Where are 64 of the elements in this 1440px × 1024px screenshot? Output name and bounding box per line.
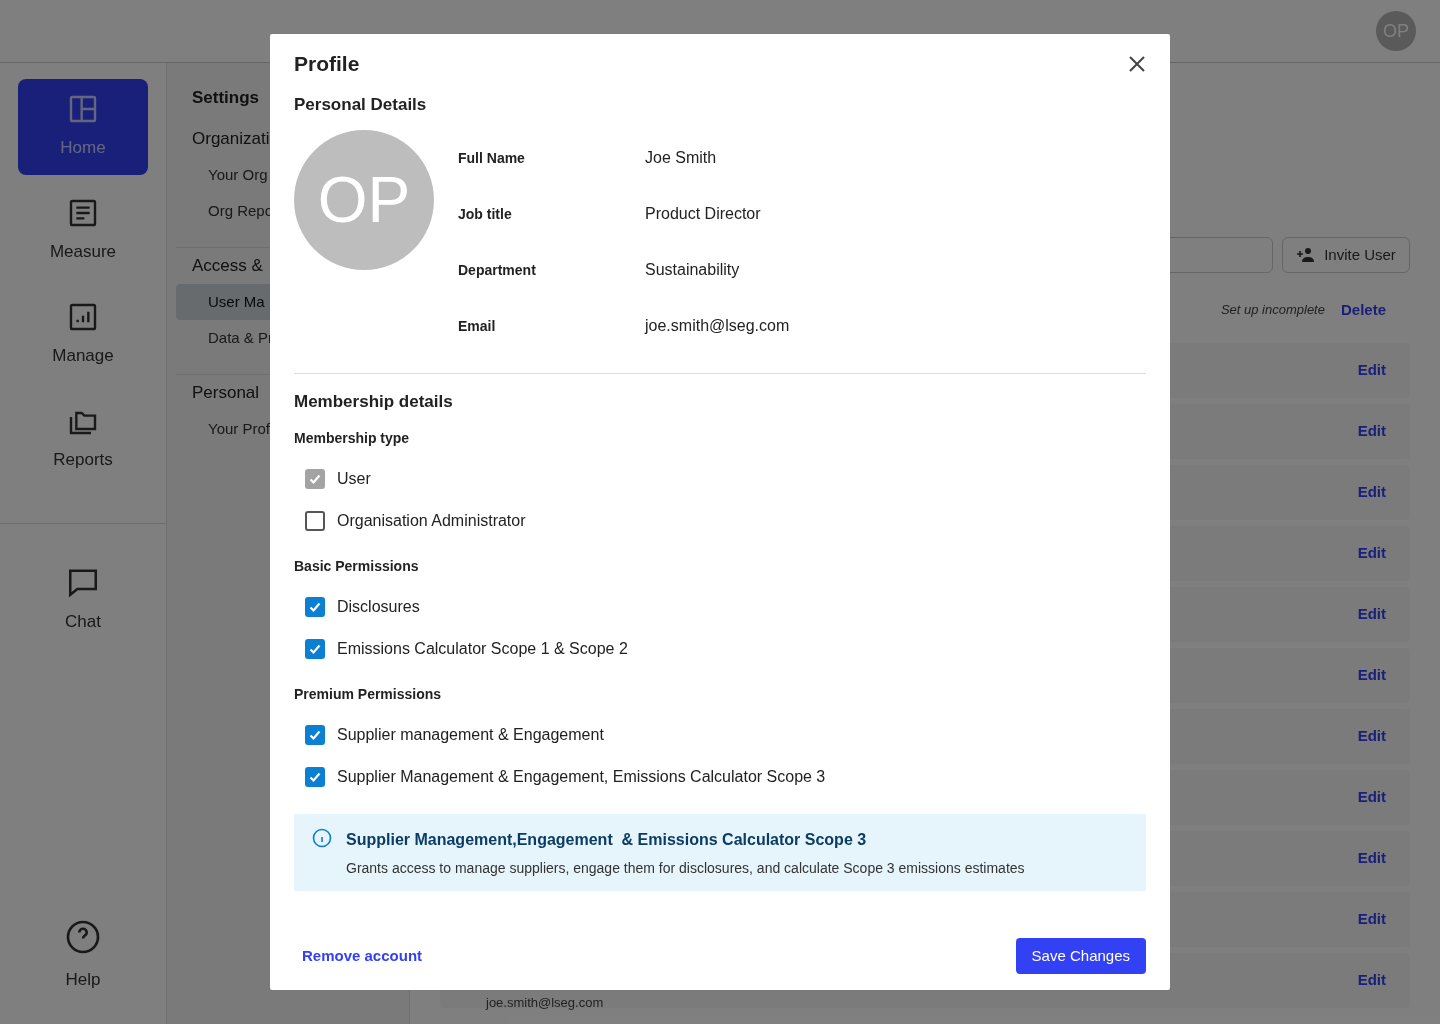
option-label: Emissions Calculator Scope 1 & Scope 2 (337, 639, 628, 659)
edit-link[interactable]: Edit (1357, 725, 1386, 748)
edit-link[interactable]: Edit (1357, 969, 1386, 992)
close-icon[interactable] (1128, 55, 1146, 73)
group-heading: Membership type (294, 428, 411, 448)
check-icon (308, 472, 322, 486)
option-label: Disclosures (337, 597, 420, 617)
field-label: Job title (458, 204, 513, 224)
checkbox[interactable] (305, 767, 325, 787)
settings-title: Settings (192, 88, 260, 107)
edit-link[interactable]: Edit (1357, 664, 1386, 687)
check-icon (308, 728, 322, 742)
checkbox[interactable] (305, 597, 325, 617)
field-label: Full Name (458, 148, 526, 168)
edit-link[interactable]: Edit (1357, 542, 1386, 565)
nav-item[interactable]: Chat (18, 552, 148, 648)
delete-link[interactable]: Delete (1340, 298, 1386, 322)
group-heading: Basic Permissions (294, 556, 420, 576)
group-heading: Premium Permissions (294, 684, 443, 704)
remove-account-link[interactable]: Remove account (302, 944, 423, 968)
invite-user-button[interactable]: Invite User (1282, 237, 1410, 273)
field-value: Sustainability (645, 260, 740, 280)
settings-group-label: Access & (192, 255, 263, 278)
section-heading: Membership details (294, 391, 454, 414)
checkbox[interactable] (305, 511, 325, 531)
nav-item[interactable]: Measure (18, 183, 148, 279)
edit-link[interactable]: Edit (1357, 420, 1386, 443)
info-text: Grants access to manage suppliers, engage them for disclosures, and calculate Scope 3 emissions estimates (346, 859, 1025, 878)
check-icon (308, 642, 322, 656)
add-person-icon (1296, 247, 1317, 263)
option-label: Supplier management & Engagement (337, 725, 604, 745)
profile-avatar: OP (294, 130, 434, 270)
option-label: Supplier Management & Engagement, Emissions Calculator Scope 3 (337, 767, 826, 787)
save-changes-button[interactable]: Save Changes (1015, 938, 1146, 974)
nav-item[interactable]: Reports (18, 391, 148, 487)
field-label: Email (458, 316, 497, 336)
help-item[interactable]: Help (0, 918, 166, 992)
field-label: Department (458, 260, 537, 280)
user-email: joe.smith@lseg.com (486, 994, 604, 1012)
info-icon (312, 828, 332, 848)
option-label: User (337, 469, 371, 489)
edit-link[interactable]: Edit (1357, 786, 1386, 809)
dialog-title: Profile (294, 51, 360, 78)
edit-link[interactable]: Edit (1357, 847, 1386, 870)
field-value: Product Director (645, 204, 761, 224)
check-icon (308, 770, 322, 784)
check-icon (308, 600, 322, 614)
nav-item[interactable]: Manage (18, 287, 148, 383)
section-heading: Personal Details (294, 94, 428, 116)
info-title: Supplier Management,Engagement & Emissions Calculator Scope 3 (346, 830, 868, 850)
edit-link[interactable]: Edit (1357, 603, 1386, 626)
help-icon (65, 918, 101, 955)
checkbox[interactable] (305, 639, 325, 659)
checkbox[interactable] (305, 725, 325, 745)
field-value: Joe Smith (645, 148, 717, 168)
settings-group-label: Organizati (192, 128, 270, 151)
edit-link[interactable]: Edit (1357, 481, 1386, 504)
nav-item[interactable]: Home (18, 79, 148, 175)
edit-link[interactable]: Edit (1357, 359, 1386, 382)
edit-link[interactable]: Edit (1357, 908, 1386, 931)
option-label: Organisation Administrator (337, 511, 526, 531)
status-text: Set up incomplete (1220, 301, 1325, 320)
settings-group-label: Personal (192, 382, 260, 405)
field-value: joe.smith@lseg.com (645, 316, 790, 336)
